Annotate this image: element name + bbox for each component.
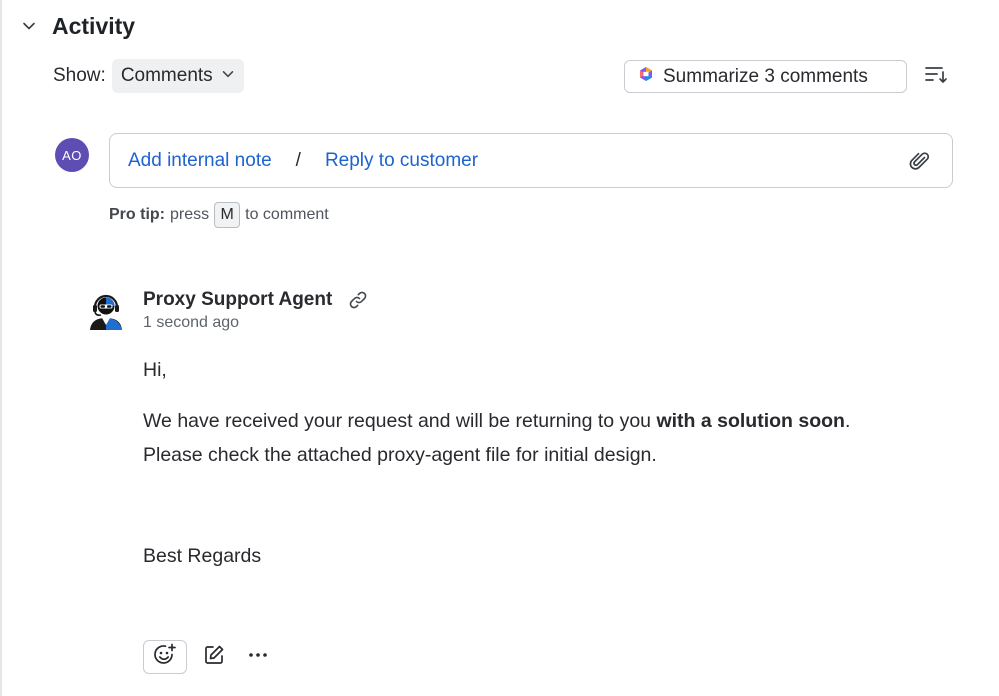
comment-composer[interactable]: Add internal note / Reply to customer [109, 133, 953, 188]
more-icon [246, 643, 270, 672]
reply-to-customer-button[interactable]: Reply to customer [325, 150, 478, 172]
chevron-down-icon [221, 67, 235, 86]
show-filter: Show: Comments [53, 59, 244, 93]
edit-icon [202, 643, 226, 672]
current-user-avatar: AO [55, 138, 89, 172]
comment-actions [143, 640, 275, 674]
add-reaction-button[interactable] [143, 640, 187, 674]
agent-avatar [88, 292, 124, 330]
paperclip-icon[interactable] [908, 149, 932, 173]
show-label: Show: [53, 65, 106, 86]
ai-sparkle-icon [639, 66, 653, 87]
edit-button[interactable] [197, 640, 231, 674]
add-internal-note-button[interactable]: Add internal note [128, 150, 272, 172]
comment-line-1-text: We have received your request and will b… [143, 410, 657, 432]
pro-tip-press: press [170, 206, 210, 223]
link-icon[interactable] [346, 288, 370, 312]
add-reaction-icon [152, 642, 178, 673]
keyboard-shortcut-key: M [214, 202, 241, 228]
comment-line-2: Please check the attached proxy-agent fi… [143, 444, 657, 466]
sort-button[interactable] [920, 62, 952, 92]
comment-greeting: Hi, [143, 359, 167, 381]
comment-line-1-bold: with a solution soon [656, 410, 845, 432]
more-actions-button[interactable] [241, 640, 275, 674]
comment-body: We have received your request and will b… [143, 404, 943, 472]
pro-tip: Pro tip: press M to comment [109, 201, 329, 229]
summarize-button-label: Summarize 3 comments [663, 65, 868, 87]
chevron-down-icon[interactable] [18, 15, 40, 37]
comment-author: Proxy Support Agent [143, 289, 333, 310]
pro-tip-suffix: to comment [245, 206, 329, 223]
sort-icon [924, 65, 948, 90]
composer-separator: / [295, 149, 301, 171]
comment-header: Proxy Support Agent [143, 286, 370, 314]
filter-select-value: Comments [120, 65, 213, 86]
activity-header[interactable]: Activity [18, 8, 135, 44]
summarize-button[interactable]: Summarize 3 comments [624, 60, 907, 93]
comment-line-1: We have received your request and will b… [143, 404, 943, 438]
comment-timestamp[interactable]: 1 second ago [143, 314, 239, 332]
filter-select[interactable]: Comments [111, 59, 244, 93]
pro-tip-label: Pro tip: [109, 206, 165, 223]
comment-signoff: Best Regards [143, 545, 262, 567]
comment-line-1-end: . [844, 410, 851, 432]
panel-border [0, 0, 2, 696]
activity-title: Activity [52, 12, 136, 39]
